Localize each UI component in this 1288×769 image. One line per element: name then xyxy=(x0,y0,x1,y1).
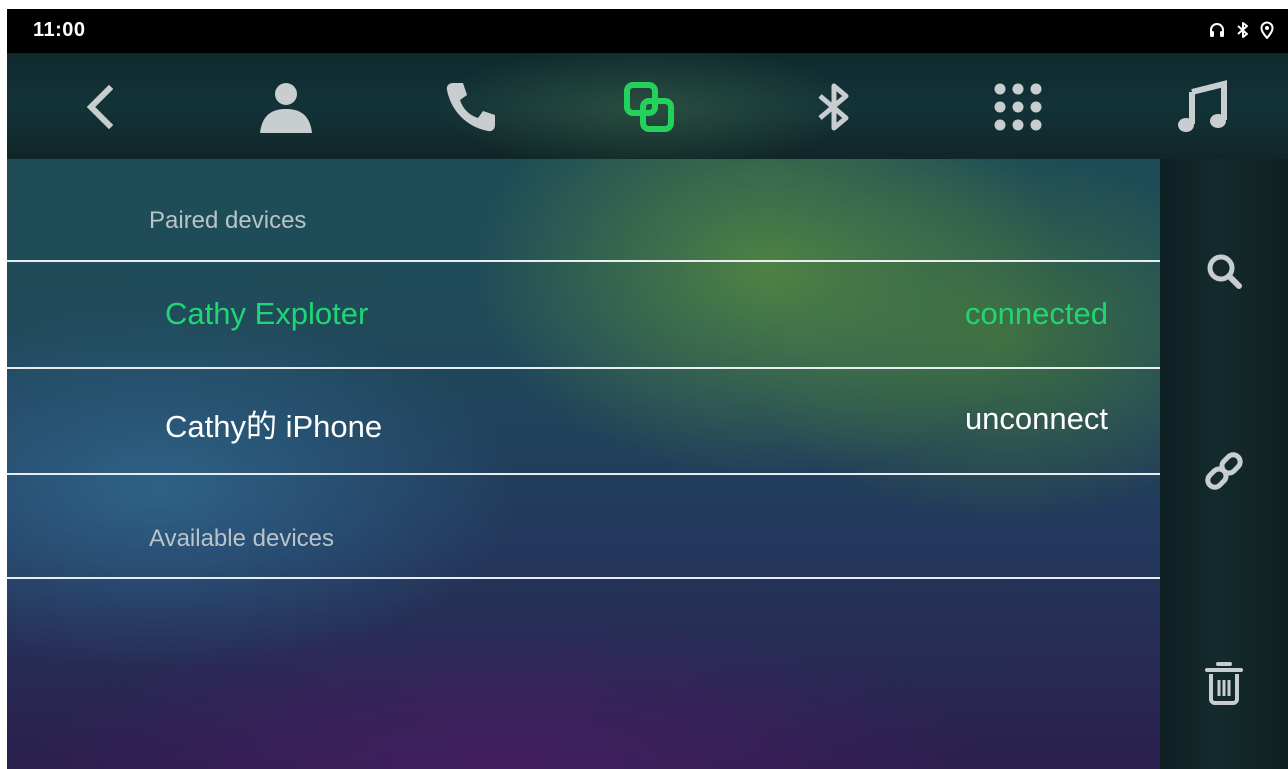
person-icon xyxy=(260,83,312,133)
device-row-cathy-iphone[interactable]: Cathy的 iPhone unconnect xyxy=(7,369,1160,473)
status-icons xyxy=(1208,21,1274,39)
bluetooth-screen: 11:00 Paired devices Cathy Exploter conn… xyxy=(7,9,1288,769)
trash-icon xyxy=(1205,662,1243,705)
back-button[interactable] xyxy=(67,75,131,139)
side-action-panel xyxy=(1160,159,1288,769)
link-devices-tab[interactable] xyxy=(617,75,681,139)
search-icon xyxy=(1207,254,1242,289)
phone-icon xyxy=(446,83,495,132)
dialpad-tab[interactable] xyxy=(986,75,1050,139)
device-name: Cathy的 iPhone xyxy=(165,409,383,444)
connect-button[interactable] xyxy=(1192,439,1256,503)
paired-devices-header: Paired devices xyxy=(149,207,307,234)
available-devices-header: Available devices xyxy=(149,525,335,552)
bluetooth-tab[interactable] xyxy=(802,75,866,139)
device-status: unconnect xyxy=(964,401,1108,436)
delete-button[interactable] xyxy=(1192,651,1256,715)
phone-tab[interactable] xyxy=(439,75,503,139)
device-name: Cathy Exploter xyxy=(165,296,369,331)
status-time: 11:00 xyxy=(33,19,86,41)
link-squares-icon xyxy=(624,82,674,132)
chevron-left-icon xyxy=(86,84,114,130)
search-button[interactable] xyxy=(1192,239,1256,303)
contacts-tab[interactable] xyxy=(254,75,318,139)
music-note-icon xyxy=(1178,80,1227,132)
location-icon xyxy=(1260,21,1274,39)
link-icon xyxy=(1205,452,1243,490)
top-nav-bar xyxy=(7,53,1288,159)
device-list: Paired devices Cathy Exploter connected … xyxy=(7,159,1160,769)
bluetooth-icon xyxy=(818,83,849,131)
divider xyxy=(7,577,1160,579)
music-tab[interactable] xyxy=(1171,75,1235,139)
device-status: connected xyxy=(964,296,1108,331)
device-row-cathy-exploter[interactable]: Cathy Exploter connected xyxy=(7,262,1160,366)
headphones-icon xyxy=(1208,21,1226,39)
divider xyxy=(7,473,1160,475)
bluetooth-icon xyxy=(1236,21,1250,39)
dialpad-icon xyxy=(994,83,1042,131)
status-bar: 11:00 xyxy=(7,9,1288,53)
